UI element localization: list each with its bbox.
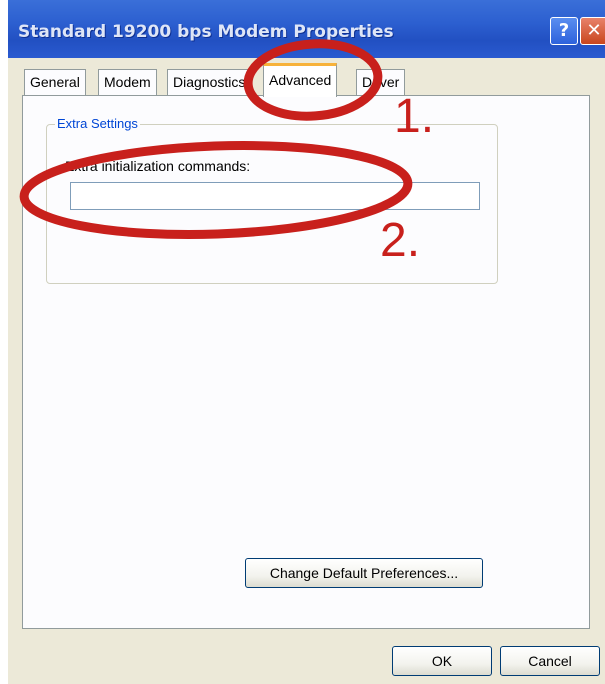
extra-init-input[interactable] — [70, 182, 480, 210]
tab-diagnostics[interactable]: Diagnostics — [167, 69, 252, 95]
tab-general[interactable]: General — [24, 69, 86, 95]
extra-settings-title: Extra Settings — [55, 116, 140, 131]
advanced-tab-panel: Extra Settings Extra initialization comm… — [22, 95, 590, 629]
extra-init-label: Extra initialization commands: — [65, 158, 251, 174]
title-bar[interactable]: Standard 19200 bps Modem Properties ? ✕ — [8, 0, 605, 58]
tab-driver[interactable]: Driver — [356, 69, 406, 95]
ok-button[interactable]: OK — [392, 646, 492, 676]
close-icon: ✕ — [586, 20, 602, 41]
close-button[interactable]: ✕ — [580, 17, 605, 45]
cancel-button[interactable]: Cancel — [500, 646, 600, 676]
help-icon: ? — [558, 20, 570, 41]
tab-advanced[interactable]: Advanced — [263, 63, 338, 97]
tab-modem[interactable]: Modem — [98, 69, 157, 95]
dialog-window: Standard 19200 bps Modem Properties ? ✕ … — [8, 0, 605, 684]
change-default-preferences-button[interactable]: Change Default Preferences... — [245, 558, 483, 588]
window-title: Standard 19200 bps Modem Properties — [18, 22, 394, 42]
help-button[interactable]: ? — [550, 17, 578, 45]
